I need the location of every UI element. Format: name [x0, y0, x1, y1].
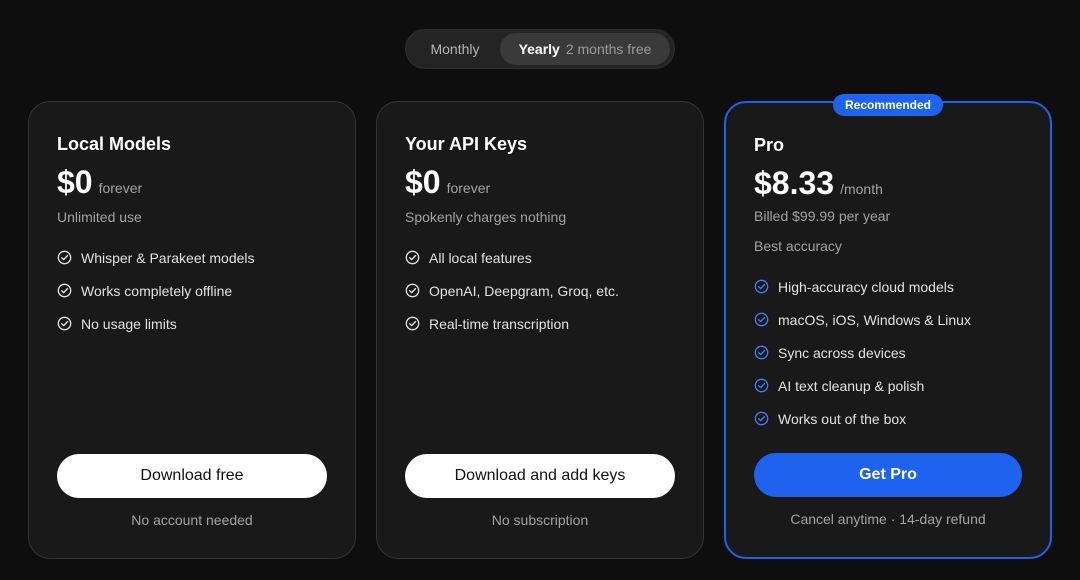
plan-name: Local Models — [57, 134, 172, 154]
plan-period: /month — [840, 181, 883, 197]
check-circle-icon — [754, 312, 769, 327]
plan-footnote: No account needed — [131, 512, 253, 528]
plan-card-content: Your API Keys $0 forever Spokenly charge… — [405, 102, 675, 558]
billing-note: Billed $99.99 per year — [754, 208, 891, 224]
check-circle-icon — [405, 316, 420, 331]
check-circle-icon — [754, 378, 769, 393]
feature-list: All local features OpenAI, Deepgram, Gro… — [405, 241, 675, 340]
plan-card-content: Pro $8.33 /month Billed $99.99 per year … — [754, 103, 1022, 557]
check-circle-icon — [57, 250, 72, 265]
feature-item: macOS, iOS, Windows & Linux — [754, 303, 1022, 336]
plan-footnote: No subscription — [491, 512, 589, 528]
feature-item: High-accuracy cloud models — [754, 270, 1022, 303]
plan-price: $0 — [57, 164, 93, 200]
check-circle-icon — [754, 411, 769, 426]
billing-toggle: Monthly Yearly 2 months free — [405, 29, 675, 69]
plan-description: Unlimited use — [57, 209, 142, 225]
download-add-keys-button[interactable]: Download and add keys — [405, 454, 675, 498]
price-row: $8.33 /month — [754, 165, 883, 202]
check-circle-icon — [405, 283, 420, 298]
feature-text: High-accuracy cloud models — [778, 278, 954, 295]
feature-item: AI text cleanup & polish — [754, 369, 1022, 402]
plan-card-api-keys: Your API Keys $0 forever Spokenly charge… — [376, 101, 704, 559]
plan-card-pro: Recommended Pro $8.33 /month Billed $99.… — [724, 94, 1052, 559]
toggle-yearly[interactable]: Yearly 2 months free — [500, 33, 670, 65]
check-circle-icon — [405, 250, 420, 265]
feature-item: Whisper & Parakeet models — [57, 241, 327, 274]
feature-text: Real-time transcription — [429, 315, 570, 332]
feature-text: OpenAI, Deepgram, Groq, etc. — [429, 282, 619, 299]
feature-item: OpenAI, Deepgram, Groq, etc. — [405, 274, 675, 307]
plan-price: $8.33 — [754, 165, 835, 201]
feature-text: Works completely offline — [81, 282, 233, 299]
plan-period: forever — [98, 180, 143, 196]
feature-text: Sync across devices — [778, 344, 906, 361]
feature-text: No usage limits — [81, 315, 177, 332]
price-row: $0 forever — [57, 164, 142, 201]
toggle-yearly-label: Yearly — [518, 41, 560, 57]
feature-item: Works out of the box — [754, 402, 1022, 435]
plan-price: $0 — [405, 164, 441, 200]
feature-item: Sync across devices — [754, 336, 1022, 369]
plan-footnote: Cancel anytime · 14-day refund — [790, 511, 986, 527]
feature-text: Works out of the box — [778, 410, 907, 427]
plan-name: Your API Keys — [405, 134, 528, 154]
plan-description: Best accuracy — [754, 238, 842, 254]
toggle-monthly-label: Monthly — [430, 41, 480, 57]
check-circle-icon — [754, 345, 769, 360]
feature-text: Whisper & Parakeet models — [81, 249, 255, 266]
feature-item: No usage limits — [57, 307, 327, 340]
feature-item: Works completely offline — [57, 274, 327, 307]
get-pro-button[interactable]: Get Pro — [754, 453, 1022, 497]
feature-list: Whisper & Parakeet models Works complete… — [57, 241, 327, 340]
check-circle-icon — [754, 279, 769, 294]
plan-description: Spokenly charges nothing — [405, 209, 567, 225]
plan-period: forever — [446, 180, 491, 196]
check-circle-icon — [57, 283, 72, 298]
price-row: $0 forever — [405, 164, 490, 201]
plan-card-content: Local Models $0 forever Unlimited use Wh… — [57, 102, 327, 558]
feature-list: High-accuracy cloud models macOS, iOS, W… — [754, 270, 1022, 435]
feature-text: macOS, iOS, Windows & Linux — [778, 311, 971, 328]
toggle-yearly-note: 2 months free — [565, 41, 652, 57]
check-circle-icon — [57, 316, 72, 331]
feature-text: AI text cleanup & polish — [778, 377, 925, 394]
plan-name: Pro — [754, 135, 785, 155]
toggle-monthly[interactable]: Monthly — [410, 33, 500, 65]
feature-item: All local features — [405, 241, 675, 274]
feature-item: Real-time transcription — [405, 307, 675, 340]
plan-card-local-models: Local Models $0 forever Unlimited use Wh… — [28, 101, 356, 559]
feature-text: All local features — [429, 249, 532, 266]
download-free-button[interactable]: Download free — [57, 454, 327, 498]
